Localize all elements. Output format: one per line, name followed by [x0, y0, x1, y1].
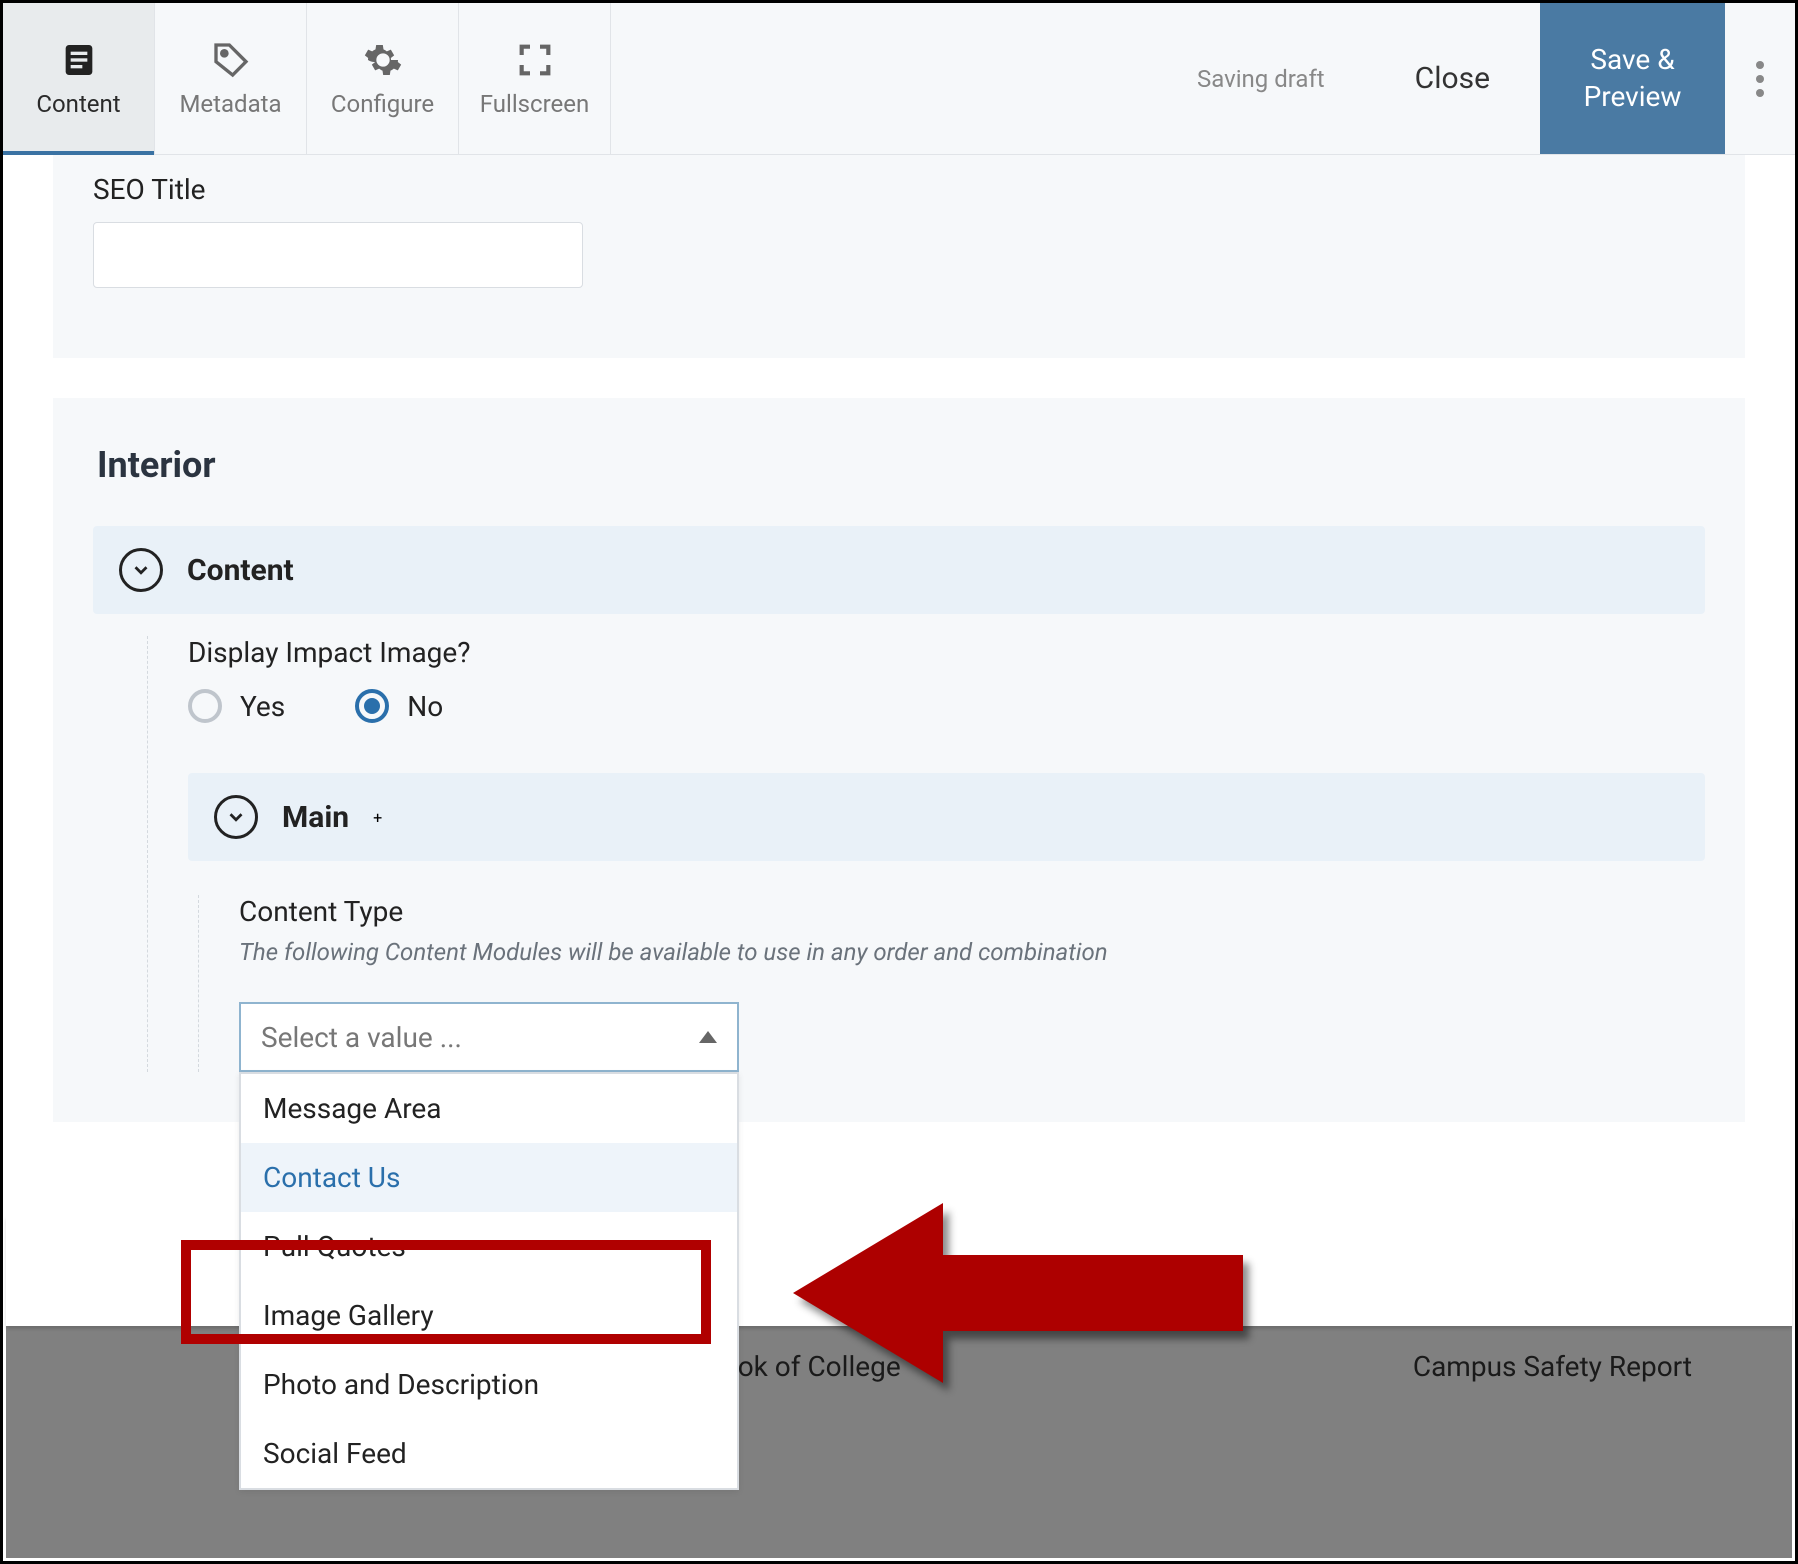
kebab-icon [1756, 75, 1764, 83]
footer-link-campus-safety[interactable]: Campus Safety Report [1413, 1350, 1692, 1383]
caret-up-icon [699, 1031, 717, 1043]
collapsible-title: Main [282, 800, 349, 835]
content-type-label: Content Type [239, 895, 1705, 928]
content-type-select-wrap: Select a value ... Message Area Contact … [239, 1002, 739, 1072]
tab-configure[interactable]: Configure [307, 3, 459, 154]
option-social-feed[interactable]: Social Feed [241, 1419, 737, 1488]
interior-panel: Interior Content Display Impact Image? Y… [53, 398, 1745, 1122]
radio-icon [355, 689, 389, 723]
impact-image-label: Display Impact Image? [188, 636, 1705, 669]
tab-label: Fullscreen [480, 90, 589, 118]
tab-fullscreen[interactable]: Fullscreen [459, 3, 611, 154]
content-inner: Display Impact Image? Yes No Main + [147, 636, 1705, 1072]
option-image-gallery[interactable]: Image Gallery [241, 1281, 737, 1350]
seo-title-label: SEO Title [93, 173, 1705, 206]
close-button[interactable]: Close [1365, 61, 1540, 96]
select-placeholder: Select a value ... [261, 1021, 462, 1054]
content-icon [59, 40, 99, 80]
toolbar: Content Metadata Configure Fullscreen Sa… [3, 3, 1795, 155]
interior-heading: Interior [97, 444, 1705, 486]
collapsible-title: Content [187, 553, 294, 588]
more-menu-button[interactable] [1725, 3, 1795, 154]
impact-radio-yes[interactable]: Yes [188, 689, 285, 723]
radio-label: No [407, 690, 443, 723]
content-collapsible-header[interactable]: Content [93, 526, 1705, 614]
annotation-arrow-icon [793, 1193, 1253, 1393]
fullscreen-icon [515, 40, 555, 80]
content-type-dropdown: Message Area Contact Us Pull Quotes Imag… [239, 1072, 739, 1490]
main-collapsible-header[interactable]: Main + [188, 773, 1705, 861]
add-button[interactable]: + [373, 808, 382, 827]
impact-radio-no[interactable]: No [355, 689, 443, 723]
tab-metadata[interactable]: Metadata [155, 3, 307, 154]
content-type-description: The following Content Modules will be av… [239, 938, 1705, 966]
tab-label: Configure [331, 90, 434, 118]
tab-label: Metadata [179, 90, 281, 118]
impact-radio-group: Yes No [188, 689, 1705, 723]
chevron-down-icon [119, 548, 163, 592]
tab-label: Content [36, 90, 120, 118]
option-pull-quotes[interactable]: Pull Quotes [241, 1212, 737, 1281]
chevron-down-icon [214, 795, 258, 839]
seo-panel: SEO Title [53, 155, 1745, 358]
editor-body: SEO Title Interior Content Display Impac… [3, 155, 1795, 1122]
save-preview-button[interactable]: Save & Preview [1540, 3, 1725, 154]
tab-content[interactable]: Content [3, 3, 155, 154]
radio-icon [188, 689, 222, 723]
gear-icon [363, 40, 403, 80]
content-type-select[interactable]: Select a value ... [239, 1002, 739, 1072]
tag-icon [211, 40, 251, 80]
option-photo-description[interactable]: Photo and Description [241, 1350, 737, 1419]
option-message-area[interactable]: Message Area [241, 1074, 737, 1143]
plus-icon: + [373, 808, 382, 827]
option-contact-us[interactable]: Contact Us [241, 1143, 737, 1212]
radio-label: Yes [240, 690, 285, 723]
content-type-block: Content Type The following Content Modul… [198, 895, 1705, 1072]
seo-title-input[interactable] [93, 222, 583, 288]
status-text: Saving draft [1197, 65, 1325, 93]
